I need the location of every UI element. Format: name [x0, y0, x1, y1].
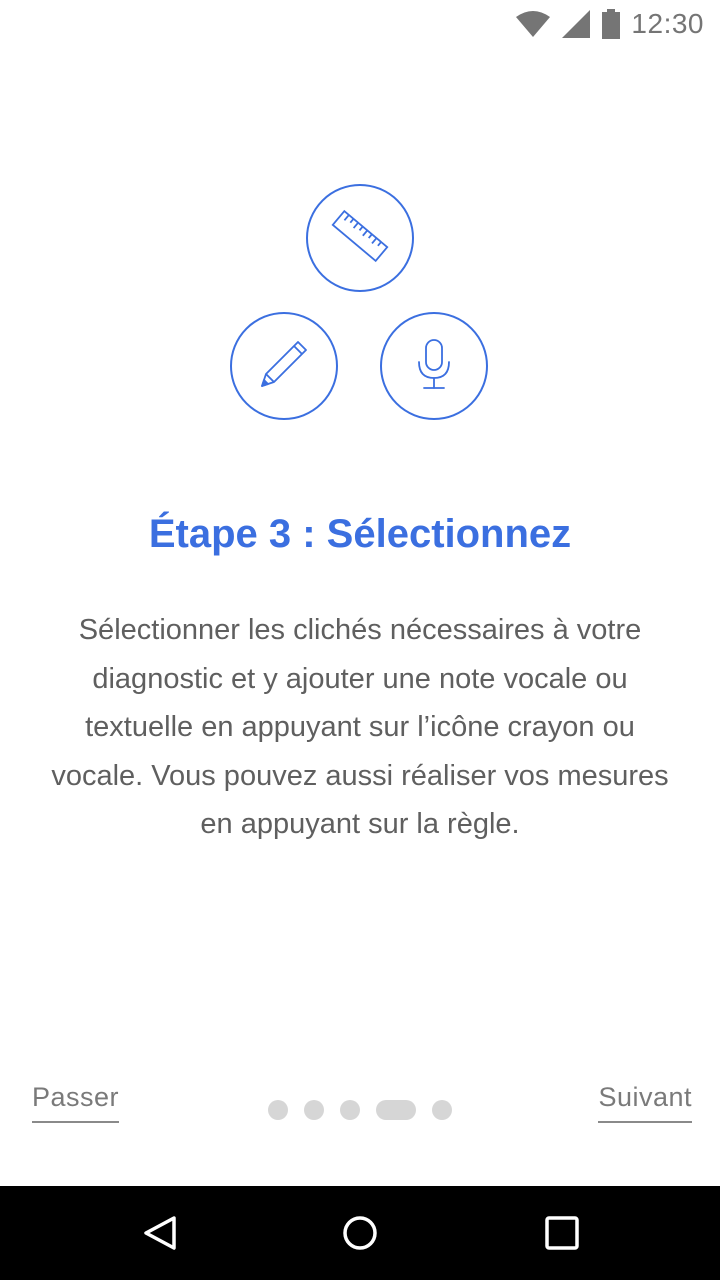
- step-title: Étape 3 : Sélectionnez: [148, 512, 572, 556]
- pencil-icon-circle: [230, 312, 338, 420]
- pencil-icon: [254, 334, 314, 399]
- microphone-icon-circle: [380, 312, 488, 420]
- page-dot: [432, 1100, 452, 1120]
- ruler-icon: [328, 204, 392, 273]
- back-icon[interactable]: [140, 1213, 180, 1253]
- step-description: Sélectionner les clichés nécessaires à v…: [51, 614, 669, 840]
- status-time: 12:30: [631, 8, 704, 39]
- next-button[interactable]: Suivant: [598, 1082, 692, 1123]
- page-dot-active: [376, 1100, 416, 1120]
- page-indicator: [268, 1100, 452, 1120]
- microphone-icon: [404, 334, 464, 399]
- page-dot: [304, 1100, 324, 1120]
- ruler-icon-circle: [306, 184, 414, 292]
- wifi-icon: [515, 10, 551, 38]
- home-icon[interactable]: [340, 1213, 380, 1253]
- signal-icon: [561, 9, 591, 39]
- battery-icon: [601, 9, 621, 39]
- navigation-bar: [0, 1186, 720, 1280]
- skip-button[interactable]: Passer: [32, 1082, 120, 1123]
- page-dot: [340, 1100, 360, 1120]
- recents-icon[interactable]: [542, 1213, 582, 1253]
- status-bar: 12:30: [0, 0, 720, 48]
- page-dot: [268, 1100, 288, 1120]
